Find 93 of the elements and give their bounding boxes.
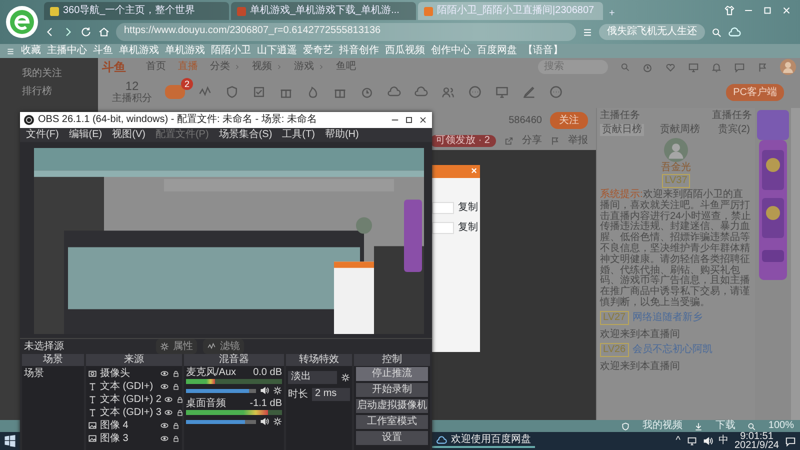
tray-chevron[interactable]: ^ (676, 435, 680, 447)
bookmark-link[interactable]: 【语音】 (523, 45, 563, 57)
bookmark-link[interactable]: 山下逍遥 (257, 45, 297, 57)
task-link[interactable]: 主播任务 (600, 110, 640, 122)
transition-select[interactable]: 淡出 (288, 371, 337, 384)
copy-link[interactable]: 复制 (458, 202, 478, 214)
source-item[interactable]: 文本 (GDI+) (100, 380, 157, 392)
bookmark-link[interactable]: 单机游戏 (119, 45, 159, 57)
scene-item[interactable]: 场景 (24, 367, 82, 380)
bookmark-link[interactable]: 百度网盘 (477, 45, 517, 57)
menu-item[interactable]: 场景集合(S) (218, 129, 272, 141)
sidebar-item[interactable]: 排行榜 (0, 86, 98, 98)
level-tag: LV27 (600, 310, 629, 325)
browser-tab[interactable]: 360导航_一个主页，整个世界 (44, 2, 229, 20)
gift-badge[interactable]: 可领发放 · 2 (430, 135, 496, 147)
bookmark-link[interactable]: 斗鱼 (93, 45, 113, 57)
points-label: 主播积分 (112, 93, 152, 106)
status-item[interactable]: 我的视频 (642, 420, 682, 432)
status-item[interactable]: 下载 (715, 420, 736, 432)
nav-link[interactable]: 首页 (146, 61, 166, 73)
toolbar-button[interactable]: 属性 (156, 339, 197, 354)
report-link[interactable]: 举报 (568, 135, 588, 147)
follow-button[interactable]: 关注 (550, 112, 588, 129)
anchor-name: 吾金光 (661, 162, 691, 174)
source-item[interactable]: 图像 4 (100, 420, 157, 432)
nav-link[interactable]: 视频 (252, 61, 272, 73)
bookmark-link[interactable]: 主播中心 (47, 45, 87, 57)
channel-name: 麦克风/Aux (186, 367, 236, 379)
level-tag: LV37 (662, 174, 690, 188)
source-item[interactable]: 摄像头 (100, 368, 157, 380)
chat-tab[interactable]: 贡献日榜 (600, 124, 644, 136)
bookmark-link[interactable]: 爱奇艺 (303, 45, 333, 57)
close-button[interactable]: × (471, 166, 477, 178)
share-link[interactable]: 分享 (522, 135, 542, 147)
menu-item[interactable]: 编辑(E) (68, 129, 102, 141)
bookmark-link[interactable]: 单机游戏 (165, 45, 205, 57)
source-item[interactable]: 图像 3 (100, 432, 157, 444)
menu-item[interactable]: 工具(T) (282, 129, 315, 141)
channel-name: 桌面音频 (186, 398, 226, 410)
message-text: 欢迎来到本直播间 (600, 328, 680, 341)
control-button[interactable]: 工作室模式 (356, 415, 428, 429)
client-button[interactable]: PC客户端 (726, 84, 784, 100)
dock-header: 控制 (354, 354, 430, 366)
search-field[interactable]: 俄失踪飞机无人生还 (599, 24, 705, 40)
follow-count: 586460 (508, 114, 542, 126)
source-status: 未选择源 (24, 340, 64, 352)
user-link[interactable]: 网络追随者新乡 (632, 312, 703, 324)
address-field[interactable]: https://www.douyu.com/2306807_r=0.6142772555813136 (116, 23, 576, 41)
bookmark-link[interactable]: 收藏 (21, 45, 41, 57)
clock[interactable]: 9:01:51 2021/9/24 (734, 432, 779, 450)
control-button[interactable]: 停止推流 (356, 367, 428, 381)
control-button[interactable]: 启动虚拟摄像机 (356, 399, 428, 413)
count-badge: 2 (181, 78, 193, 90)
menu-item[interactable]: 帮助(H) (324, 129, 359, 141)
bookmark-link[interactable]: 陌陌小卫 (211, 45, 251, 57)
new-tab-button[interactable]: + (605, 8, 619, 20)
toolbar-button[interactable]: 滤镜 (203, 339, 244, 354)
channel-reading: 0.0 dB (253, 367, 282, 379)
sidebar-item[interactable]: 我的关注 (0, 68, 98, 80)
task-link[interactable]: 直播任务 (712, 110, 752, 122)
browser-tab[interactable]: 陌陌小卫_陌陌小卫直播间|2306807 (418, 2, 603, 20)
source-item[interactable]: 文本 (GDI+) 3 (100, 406, 162, 418)
duration-field[interactable]: 2 ms (312, 388, 350, 401)
bookmark-link[interactable]: 创作中心 (431, 45, 471, 57)
nav-link[interactable]: 分类 (210, 61, 230, 73)
message-text: 欢迎来到本直播间 (600, 360, 680, 373)
user-link[interactable]: 会员不忘初心阿凯 (632, 344, 713, 356)
nav-link[interactable]: 鱼吧 (336, 61, 356, 73)
duration-label: 时长 (288, 388, 308, 400)
nav-link[interactable]: 游戏 (294, 61, 314, 73)
dock-header: 场景 (22, 354, 84, 366)
dock-header: 转场特效 (286, 354, 352, 366)
zoom-level[interactable]: 100% (768, 420, 794, 432)
level-tag: LV26 (600, 342, 629, 357)
ime-indicator[interactable]: 中 (718, 435, 728, 447)
control-button[interactable]: 设置 (356, 431, 428, 445)
points-value: 12 (125, 78, 139, 93)
menu-item[interactable]: 文件(F) (26, 129, 59, 141)
chat-tab[interactable]: 贡献周榜 (658, 124, 702, 136)
window-title: OBS 26.1.1 (64-bit, windows) - 配置文件: 未命名 - 场景: 未命名 (38, 114, 318, 126)
source-item[interactable]: 文本 (GDI+) 2 (100, 394, 162, 406)
browser-tab[interactable]: 单机游戏_单机游戏下载_单机游... (231, 2, 416, 20)
menu-item[interactable]: 视图(V) (112, 129, 146, 141)
channel-reading: -1.1 dB (250, 398, 282, 410)
control-button[interactable]: 开始录制 (356, 383, 428, 397)
dock-header: 来源 (86, 354, 182, 366)
dock-header: 混音器 (184, 354, 284, 366)
bookmark-link[interactable]: 抖音创作 (339, 45, 379, 57)
chat-tab[interactable]: 贵宾(2) (716, 124, 752, 136)
system-message: 系统提示:欢迎来到陌陌小卫的直播间，喜欢就关注吧。斗鱼严厉打击直播内容进行24小时巡查，禁止传播违法违规、封建迷信、暴力血腥、低俗色情、招嫖诈骗违禁品等不良信息，坚决维护青少年群体精神文明健康。请勿轻信各类招聘征婚、代练代抽、刷钻、购买礼包码、游戏币等广告信息，且如主播在推广商品中诱导私下交易，请谨慎判断，以免上当受骗。 (600, 190, 752, 309)
bookmark-link[interactable]: 西瓜视频 (385, 45, 425, 57)
copy-link[interactable]: 复制 (458, 222, 478, 234)
site-logo[interactable]: 斗鱼 (102, 60, 126, 74)
